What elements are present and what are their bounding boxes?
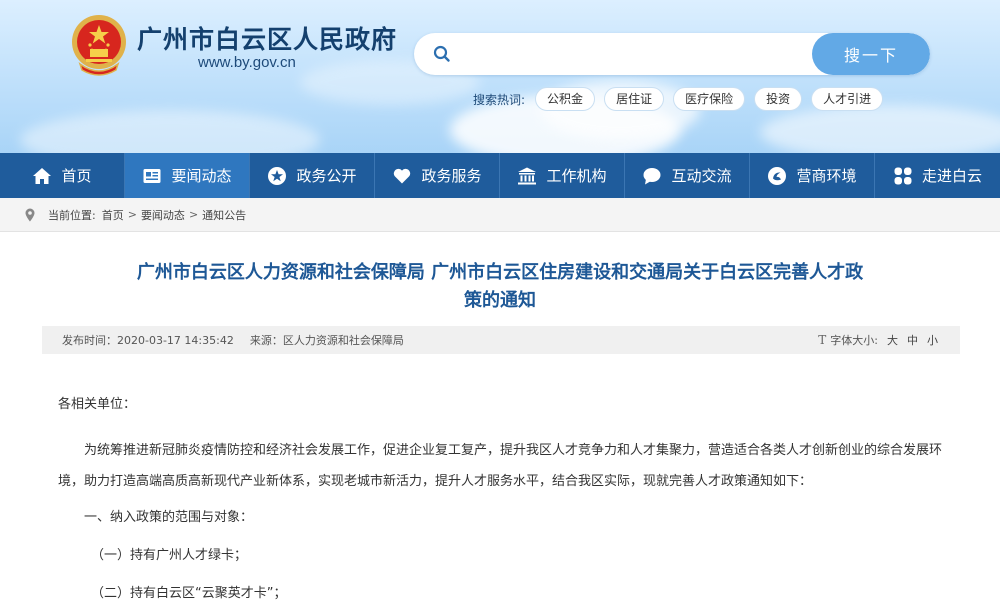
- star-icon: [268, 166, 287, 185]
- building-icon: [518, 167, 537, 184]
- breadcrumb-notices[interactable]: 通知公告: [202, 207, 246, 223]
- news-icon: [143, 168, 161, 183]
- nav-item-government-affairs[interactable]: 政务公开: [250, 153, 375, 198]
- nav-item-label: 首页: [61, 167, 92, 185]
- publish-date: 发布时间：2020-03-17 14:35:42: [62, 334, 234, 347]
- list-item: （一）持有广州人才绿卡；: [91, 548, 248, 563]
- font-size-label: 字体大小:: [830, 334, 878, 347]
- nav-item-label: 政务公开: [296, 167, 357, 185]
- chat-icon: [643, 167, 661, 184]
- breadcrumb-news[interactable]: 要闻动态: [141, 207, 185, 223]
- search-button[interactable]: 搜一下: [812, 33, 930, 75]
- nav-item-label: 走进白云: [921, 167, 982, 185]
- nav-item-interaction[interactable]: 互动交流: [625, 153, 750, 198]
- hot-tag-investment[interactable]: 投资: [754, 87, 803, 111]
- main-nav: 首页 要闻动态 政务公开 政务服务 工作机构 互动交流 营商环境 走进白云: [0, 153, 1000, 198]
- national-emblem-icon[interactable]: [68, 12, 130, 78]
- article-meta-bar: 发布时间：2020-03-17 14:35:42 来源：区人力资源和社会保障局 …: [42, 326, 960, 354]
- cloud-decoration: [760, 105, 1000, 153]
- text-size-icon: T: [818, 333, 827, 347]
- article-source: 来源：区人力资源和社会保障局: [249, 334, 404, 347]
- font-size-large[interactable]: 大: [887, 332, 898, 348]
- search-box: 搜一下: [414, 33, 930, 75]
- nav-item-home[interactable]: 首页: [0, 153, 125, 198]
- nav-item-news[interactable]: 要闻动态: [125, 153, 250, 198]
- site-url: www.by.gov.cn: [198, 54, 296, 71]
- hot-tag-medical-insurance[interactable]: 医疗保险: [673, 87, 746, 111]
- list-item: （二）持有白云区“云聚英才卡”；: [91, 586, 287, 601]
- article-title: 广州市白云区人力资源和社会保障局 广州市白云区住房建设和交通局关于白云区完善人才…: [75, 259, 925, 315]
- swirl-icon: [768, 166, 787, 185]
- nav-item-label: 政务服务: [421, 167, 482, 185]
- salutation: 各相关单位：: [58, 397, 137, 412]
- breadcrumb-home[interactable]: 首页: [102, 207, 124, 223]
- nav-item-about-baiyun[interactable]: 走进白云: [875, 153, 1000, 198]
- grid-icon: [894, 167, 912, 184]
- nav-item-institutions[interactable]: 工作机构: [500, 153, 625, 198]
- hot-tag-residence-permit[interactable]: 居住证: [604, 87, 665, 111]
- font-size-control: T 字体大小: 大 中 小: [818, 326, 938, 354]
- nav-item-label: 营商环境: [796, 167, 857, 185]
- breadcrumb-label: 当前位置:: [48, 208, 96, 222]
- search-icon: [433, 45, 450, 62]
- breadcrumb-separator: >: [127, 208, 137, 221]
- intro-paragraph: 为统筹推进新冠肺炎疫情防控和经济社会发展工作，促进企业复工复产，提升我区人才竞争…: [58, 443, 943, 489]
- font-size-medium[interactable]: 中: [907, 332, 918, 348]
- heart-icon: [394, 168, 411, 183]
- hot-search-label: 搜索热词:: [473, 92, 526, 107]
- hot-tag-housing-fund[interactable]: 公积金: [535, 87, 596, 111]
- nav-item-label: 工作机构: [546, 167, 607, 185]
- breadcrumb-separator: >: [188, 208, 199, 221]
- site-title[interactable]: 广州市白云区人民政府: [137, 20, 397, 56]
- section-heading: 一、纳入政策的范围与对象：: [84, 510, 254, 525]
- nav-item-label: 互动交流: [671, 167, 732, 185]
- location-icon: [25, 208, 35, 221]
- cloud-decoration: [20, 110, 320, 153]
- nav-item-label: 要闻动态: [171, 167, 232, 185]
- font-size-small[interactable]: 小: [927, 332, 938, 348]
- search-input[interactable]: [462, 33, 812, 75]
- site-header: 广州市白云区人民政府 www.by.gov.cn 搜一下 搜索热词: 公积金 居…: [0, 0, 1000, 153]
- breadcrumb: 当前位置: 首页 > 要闻动态 > 通知公告: [0, 198, 1000, 232]
- hot-tag-talent-introduction[interactable]: 人才引进: [811, 87, 884, 111]
- hot-search-words: 搜索热词: 公积金 居住证 医疗保险 投资 人才引进: [473, 86, 892, 112]
- article-title-line: 广州市白云区人力资源和社会保障局 广州市白云区住房建设和交通局关于白云区完善人才…: [136, 262, 864, 283]
- nav-item-business-environment[interactable]: 营商环境: [750, 153, 875, 198]
- home-icon: [33, 167, 52, 184]
- nav-item-government-services[interactable]: 政务服务: [375, 153, 500, 198]
- article-title-line: 策的通知: [464, 290, 536, 311]
